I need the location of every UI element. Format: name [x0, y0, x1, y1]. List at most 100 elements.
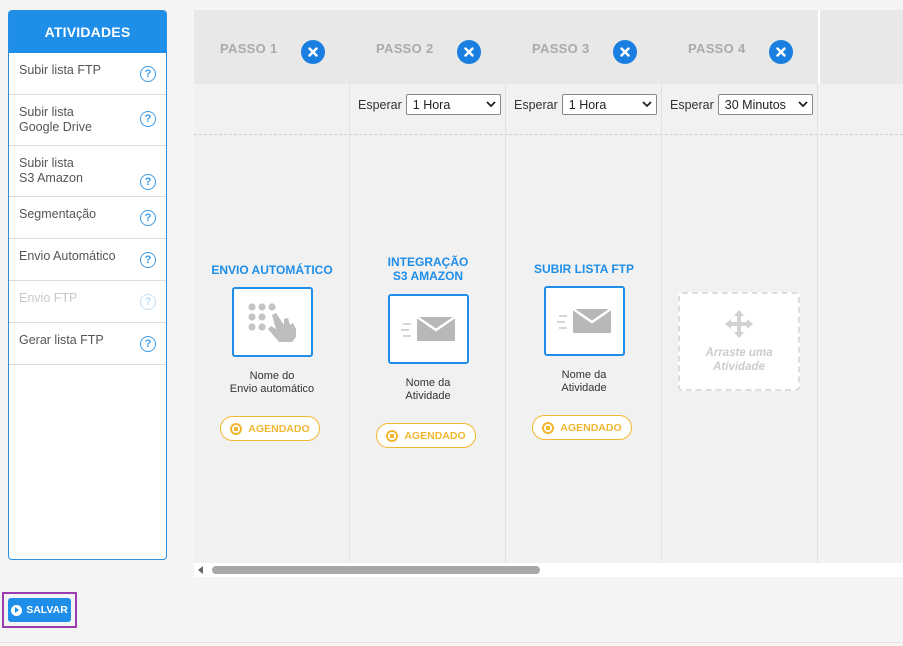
close-icon	[620, 47, 630, 57]
horizontal-scrollbar[interactable]	[194, 563, 903, 577]
drop-zone-text: Arraste uma Atividade	[699, 346, 779, 374]
save-button[interactable]: SALVAR	[8, 598, 71, 622]
activity-name-line: Atividade	[405, 390, 451, 402]
envelope-fast-icon	[400, 316, 456, 341]
drop-zone-line: Atividade	[713, 360, 765, 373]
wait-duration-select[interactable]: 1 Hora	[561, 94, 657, 115]
sidebar-item-segmentacao[interactable]: Segmentação ?	[9, 197, 166, 239]
remove-step-button[interactable]	[301, 40, 325, 64]
sidebar-item-envio-automatico[interactable]: Envio Automático ?	[9, 239, 166, 281]
sidebar-item-subir-lista-google-drive[interactable]: Subir lista Google Drive ?	[9, 95, 166, 146]
wait-selected-value: 1 Hora	[412, 97, 451, 112]
wait-selected-value: 30 Minutos	[724, 97, 786, 112]
wait-duration-select[interactable]: 1 Hora	[405, 94, 501, 115]
activities-panel: ATIVIDADES Subir lista FTP ? Subir lista…	[8, 10, 167, 560]
wait-selected-value: 1 Hora	[568, 97, 607, 112]
activity-card[interactable]	[388, 294, 469, 364]
chevron-down-icon	[486, 101, 496, 108]
activity-title-line: SUBIR LISTA FTP	[534, 262, 634, 276]
status-label: AGENDADO	[248, 422, 310, 435]
scroll-left-arrow-icon[interactable]	[198, 566, 203, 574]
remove-step-button[interactable]	[457, 40, 481, 64]
activity-name-line: Nome da	[561, 369, 607, 381]
step-title: PASSO 4	[688, 41, 746, 56]
step-column-2: PASSO 2 Esperar 1 Hora INTEGRAÇÃO S3 AMA…	[350, 10, 506, 563]
activity-name: Nome da Atividade	[350, 377, 506, 403]
help-icon[interactable]: ?	[140, 210, 156, 226]
sidebar-item-label: Envio Automático	[19, 249, 116, 263]
scroll-thumb[interactable]	[212, 566, 540, 574]
step-title: PASSO 2	[376, 41, 434, 56]
footer-divider	[0, 642, 903, 643]
sidebar-item-label: Subir lista FTP	[19, 63, 101, 77]
save-label: SALVAR	[26, 604, 68, 616]
sidebar-item-envio-ftp: Envio FTP ?	[9, 281, 166, 323]
step-column-4: PASSO 4 Esperar 30 Minutos Arraste uma A…	[662, 10, 818, 563]
status-badge[interactable]: AGENDADO	[376, 423, 476, 448]
help-icon[interactable]: ?	[140, 111, 156, 127]
sidebar-item-subir-lista-ftp[interactable]: Subir lista FTP ?	[9, 53, 166, 95]
remove-step-button[interactable]	[769, 40, 793, 64]
activity-name: Nome do Envio automático	[194, 370, 350, 396]
status-label: AGENDADO	[560, 421, 622, 434]
close-icon	[776, 47, 786, 57]
status-badge[interactable]: AGENDADO	[532, 415, 632, 440]
wait-label: Esperar	[358, 97, 402, 112]
status-badge[interactable]: AGENDADO	[220, 416, 320, 441]
activity-name-line: Atividade	[561, 382, 607, 394]
drop-zone-line: Arraste uma	[705, 346, 773, 359]
chevron-down-icon	[798, 101, 808, 108]
step-title: PASSO 1	[220, 41, 278, 56]
sidebar-item-label: Segmentação	[19, 207, 97, 221]
help-icon[interactable]: ?	[140, 66, 156, 82]
wait-duration-select[interactable]: 30 Minutos	[717, 94, 813, 115]
step-column-3: PASSO 3 Esperar 1 Hora SUBIR LISTA FTP N…	[506, 10, 662, 563]
sidebar-item-subir-lista-s3-amazon[interactable]: Subir lista S3 Amazon ?	[9, 146, 166, 197]
activity-drop-zone[interactable]: Arraste uma Atividade	[678, 292, 800, 391]
status-label: AGENDADO	[404, 429, 466, 442]
wait-row: Esperar 30 Minutos	[670, 94, 813, 115]
activity-card[interactable]	[232, 287, 313, 357]
stop-icon	[230, 422, 243, 435]
step-title: PASSO 3	[532, 41, 590, 56]
activity-name-line: Nome do	[249, 370, 295, 382]
help-icon[interactable]: ?	[140, 336, 156, 352]
step-column-1: PASSO 1 ENVIO AUTOMÁTICO Nome do Envio a…	[194, 10, 350, 563]
play-icon	[11, 604, 23, 616]
wait-row: Esperar 1 Hora	[514, 94, 657, 115]
workflow-board: PASSO 1 ENVIO AUTOMÁTICO Nome do Envio a…	[194, 10, 903, 563]
activity-title: SUBIR LISTA FTP	[506, 262, 662, 276]
help-icon[interactable]: ?	[140, 252, 156, 268]
header-divider	[818, 10, 820, 84]
wait-label: Esperar	[670, 97, 714, 112]
activity-name-line: Nome da	[405, 377, 451, 389]
help-icon[interactable]: ?	[140, 174, 156, 190]
activity-title-line: ENVIO AUTOMÁTICO	[211, 263, 333, 277]
move-arrows-icon	[725, 309, 753, 338]
sidebar-item-label: Gerar lista FTP	[19, 333, 104, 347]
sidebar-item-label: Google Drive	[19, 120, 92, 134]
activity-name: Nome da Atividade	[506, 369, 662, 395]
envelope-fast-icon	[556, 308, 612, 333]
sidebar-item-label: S3 Amazon	[19, 171, 83, 185]
activity-name-line: Envio automático	[229, 383, 315, 395]
activity-title: ENVIO AUTOMÁTICO	[194, 263, 350, 277]
sidebar-item-label: Subir lista	[19, 156, 74, 170]
activity-title: INTEGRAÇÃO S3 AMAZON	[350, 255, 506, 283]
remove-step-button[interactable]	[613, 40, 637, 64]
sidebar-item-gerar-lista-ftp[interactable]: Gerar lista FTP ?	[9, 323, 166, 365]
save-highlight: SALVAR	[2, 592, 77, 628]
activity-title-line: INTEGRAÇÃO	[387, 255, 469, 269]
activity-card[interactable]	[544, 286, 625, 356]
close-icon	[464, 47, 474, 57]
sidebar-item-label: Envio FTP	[19, 291, 78, 305]
help-icon: ?	[140, 294, 156, 310]
wait-label: Esperar	[514, 97, 558, 112]
chevron-down-icon	[642, 101, 652, 108]
activity-title-line: S3 AMAZON	[392, 269, 464, 283]
sidebar-item-label: Subir lista	[19, 105, 74, 119]
close-icon	[308, 47, 318, 57]
activities-title: ATIVIDADES	[9, 11, 166, 53]
stop-icon	[386, 429, 399, 442]
hand-keypad-icon	[247, 303, 296, 342]
